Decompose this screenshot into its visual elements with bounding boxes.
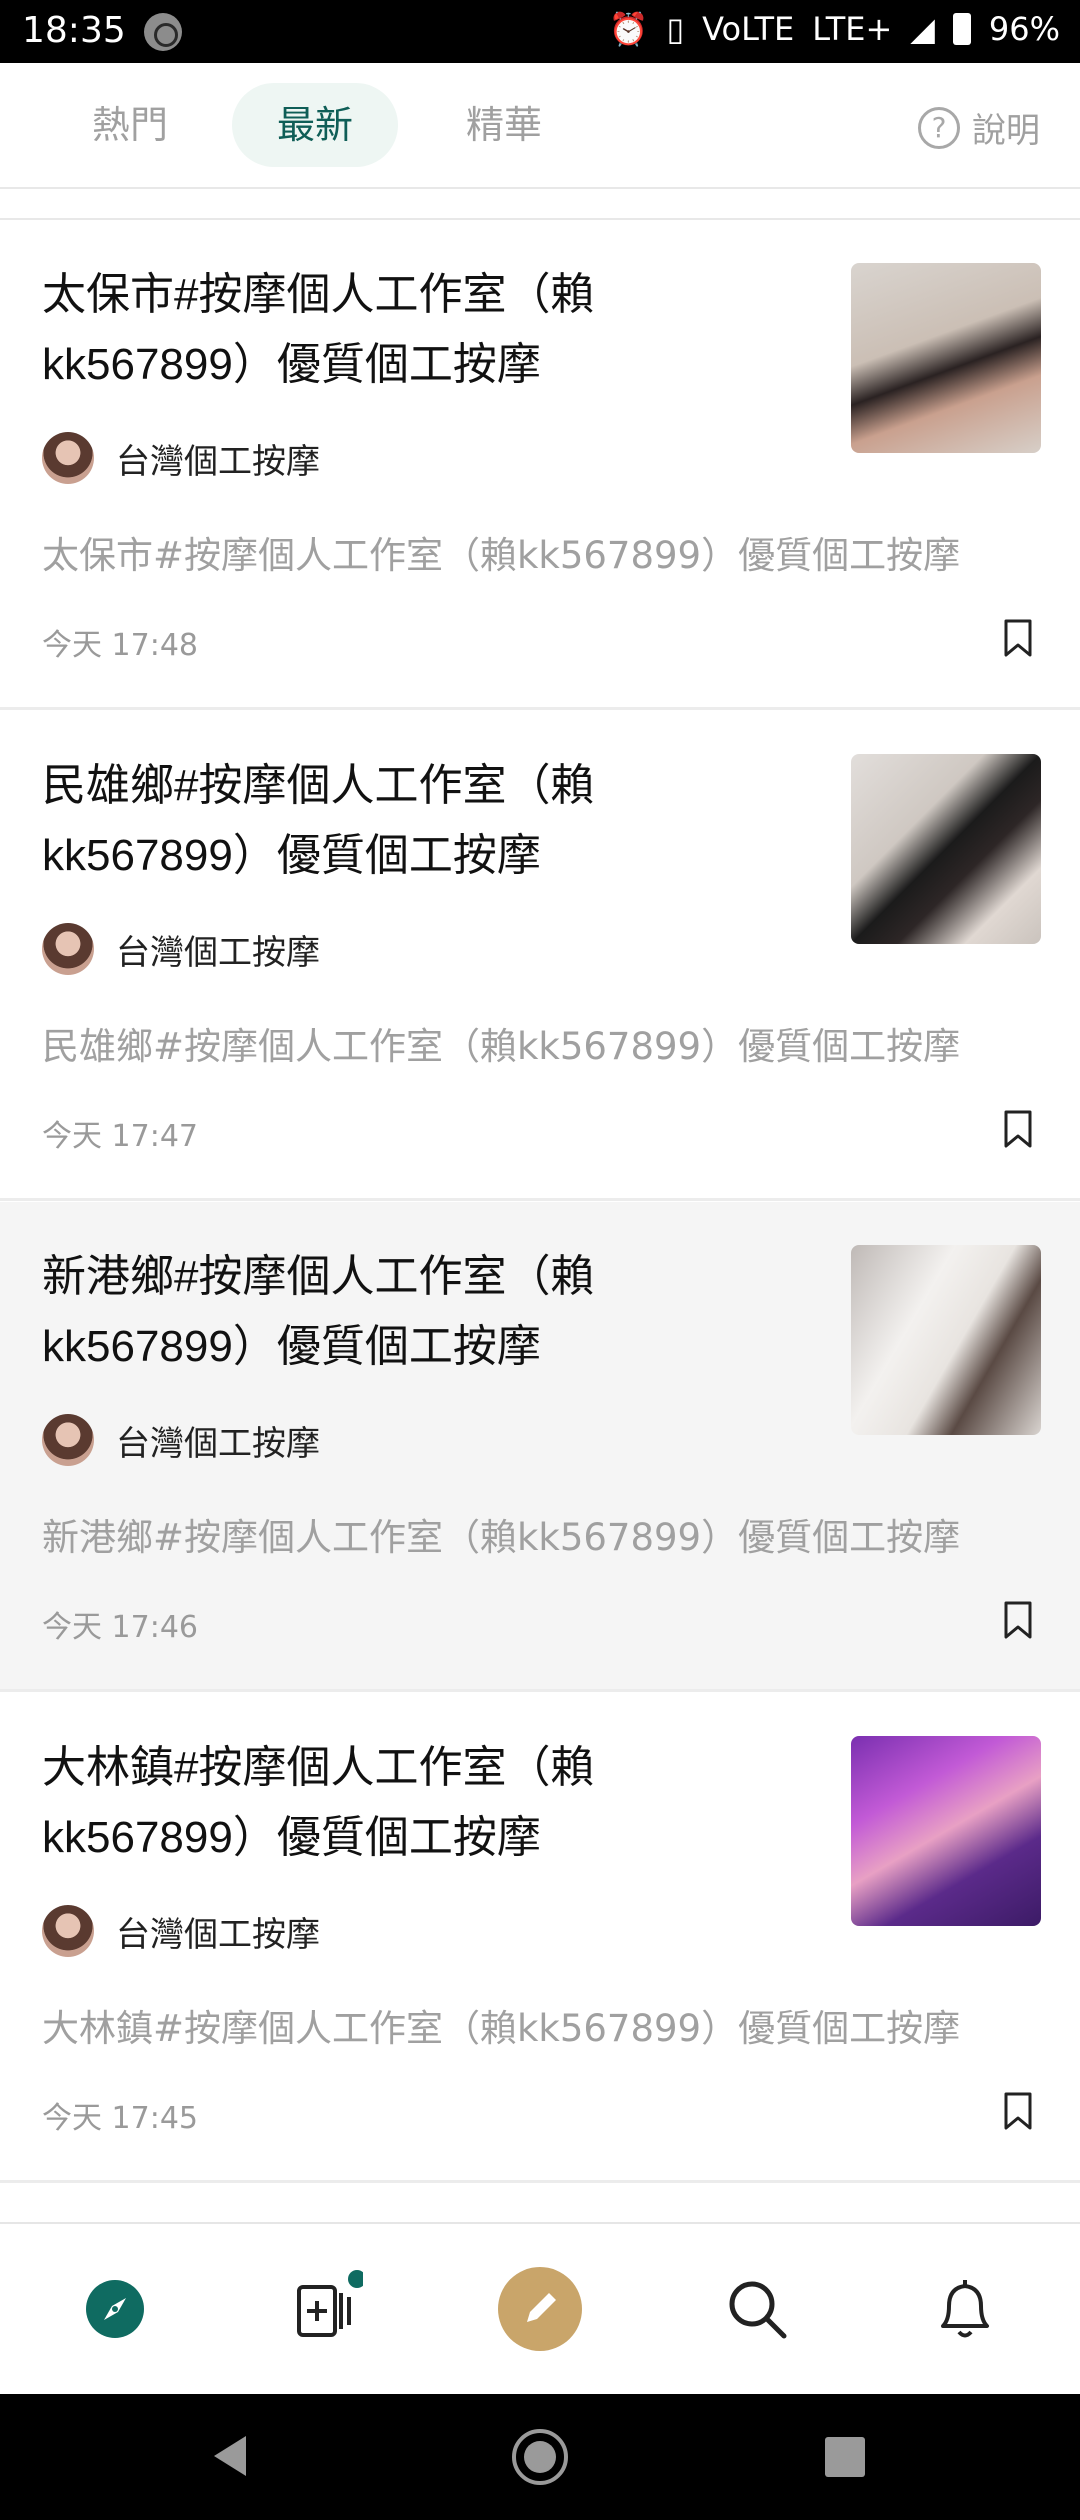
bookmark-icon[interactable]: [1003, 1109, 1033, 1149]
nav-discover[interactable]: [70, 2264, 160, 2354]
back-icon[interactable]: [210, 2434, 250, 2478]
tab-hot[interactable]: 熱門: [70, 83, 190, 167]
avatar: [42, 923, 94, 975]
home-icon[interactable]: [510, 2427, 570, 2487]
avatar: [42, 1905, 94, 1957]
feed-tabs: 熱門 最新 精華 ? 說明: [0, 63, 1080, 189]
post-card[interactable]: 太保市#按摩個人工作室（賴kk567899）優質個工按摩 台灣個工按摩 太保市#…: [0, 220, 1080, 710]
author-name: 台灣個工按摩: [116, 932, 320, 973]
search-icon: [729, 2281, 787, 2339]
nav-notifications[interactable]: [920, 2264, 1010, 2354]
post-card[interactable]: 大林鎮#按摩個人工作室（賴kk567899）優質個工按摩 台灣個工按摩 大林鎮#…: [0, 1693, 1080, 2183]
post-time: 今天 17:45: [42, 2101, 198, 2136]
bottom-nav: [0, 2224, 1080, 2394]
author-name: 台灣個工按摩: [116, 1423, 320, 1464]
post-author[interactable]: 台灣個工按摩: [42, 923, 320, 975]
new-post-icon: [297, 2270, 363, 2337]
post-title[interactable]: 太保市#按摩個人工作室（賴kk567899）優質個工按摩: [42, 260, 662, 400]
tab-featured[interactable]: 精華: [444, 83, 564, 167]
post-excerpt: 大林鎮#按摩個人工作室（賴kk567899）優質個工按摩: [42, 2007, 961, 2050]
help-label: 說明: [972, 111, 1040, 151]
battery-icon: [952, 13, 971, 45]
avatar: [42, 432, 94, 484]
pen-icon: [498, 2267, 582, 2351]
author-name: 台灣個工按摩: [116, 441, 320, 482]
post-thumbnail[interactable]: [851, 263, 1041, 453]
network-label: LTE+: [812, 10, 893, 48]
status-bar: 18:35 ⏰ ▯ VoLTE LTE+ ◢ 96%: [0, 0, 1080, 63]
vpn-icon: [144, 13, 182, 51]
status-time: 18:35: [22, 10, 126, 51]
post-time: 今天 17:48: [42, 628, 198, 663]
bookmark-icon[interactable]: [1003, 618, 1033, 658]
help-icon: ?: [918, 106, 960, 149]
bookmark-icon[interactable]: [1003, 1600, 1033, 1640]
recents-icon[interactable]: [824, 2436, 866, 2478]
post-author[interactable]: 台灣個工按摩: [42, 432, 320, 484]
alarm-icon: ⏰: [608, 10, 649, 48]
post-title[interactable]: 新港鄉#按摩個人工作室（賴kk567899）優質個工按摩: [42, 1242, 662, 1382]
author-name: 台灣個工按摩: [116, 1914, 320, 1955]
bookmark-icon[interactable]: [1003, 2091, 1033, 2131]
compass-icon: [86, 2280, 144, 2338]
post-excerpt: 太保市#按摩個人工作室（賴kk567899）優質個工按摩: [42, 534, 961, 577]
post-thumbnail[interactable]: [851, 1245, 1041, 1435]
avatar: [42, 1414, 94, 1466]
post-time: 今天 17:47: [42, 1119, 198, 1154]
post-excerpt: 新港鄉#按摩個人工作室（賴kk567899）優質個工按摩: [42, 1516, 961, 1559]
post-author[interactable]: 台灣個工按摩: [42, 1905, 320, 1957]
post-card[interactable]: 民雄鄉#按摩個人工作室（賴kk567899）優質個工按摩 台灣個工按摩 民雄鄉#…: [0, 711, 1080, 1201]
status-icons: ⏰ ▯ VoLTE LTE+ ◢ 96%: [609, 10, 1060, 48]
post-thumbnail[interactable]: [851, 754, 1041, 944]
post-card[interactable]: 新港鄉#按摩個人工作室（賴kk567899）優質個工按摩 台灣個工按摩 新港鄉#…: [0, 1202, 1080, 1692]
nav-new-post[interactable]: [278, 2264, 368, 2354]
post-author[interactable]: 台灣個工按摩: [42, 1414, 320, 1466]
post-title[interactable]: 民雄鄉#按摩個人工作室（賴kk567899）優質個工按摩: [42, 751, 662, 891]
post-excerpt: 民雄鄉#按摩個人工作室（賴kk567899）優質個工按摩: [42, 1025, 961, 1068]
vibrate-icon: ▯: [666, 10, 685, 48]
nav-write[interactable]: [495, 2264, 585, 2354]
post-title[interactable]: 大林鎮#按摩個人工作室（賴kk567899）優質個工按摩: [42, 1733, 662, 1873]
battery-percent: 96%: [988, 10, 1060, 48]
volte-icon: VoLTE: [702, 10, 795, 48]
bell-icon: [941, 2280, 989, 2338]
nav-search[interactable]: [712, 2264, 802, 2354]
system-nav-bar: [0, 2394, 1080, 2520]
help-button[interactable]: ? 說明: [918, 103, 1040, 152]
tab-latest[interactable]: 最新: [232, 83, 398, 167]
signal-icon: ◢: [910, 10, 935, 48]
post-time: 今天 17:46: [42, 1610, 198, 1645]
post-thumbnail[interactable]: [851, 1736, 1041, 1926]
